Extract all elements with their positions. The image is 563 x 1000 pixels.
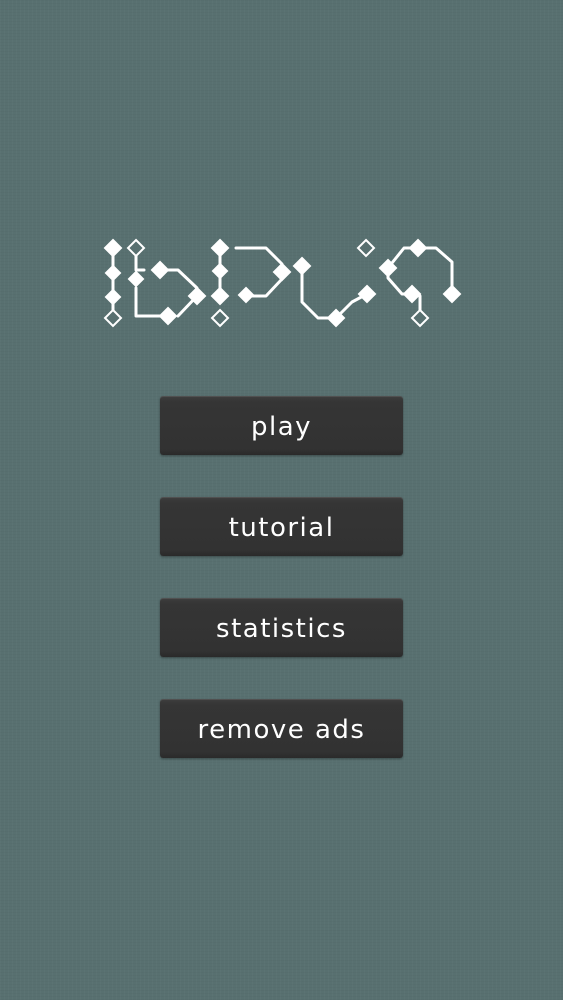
- play-button-label: play: [250, 411, 313, 442]
- play-button[interactable]: play: [160, 396, 403, 455]
- main-menu: play tutorial statistics remove ads: [160, 396, 403, 800]
- statistics-button-label: statistics: [216, 613, 347, 644]
- tutorial-button-label: tutorial: [228, 512, 335, 543]
- remove-ads-button[interactable]: remove ads: [160, 699, 403, 758]
- remove-ads-button-label: remove ads: [197, 714, 366, 745]
- statistics-button[interactable]: statistics: [160, 598, 403, 657]
- tutorial-button[interactable]: tutorial: [160, 497, 403, 556]
